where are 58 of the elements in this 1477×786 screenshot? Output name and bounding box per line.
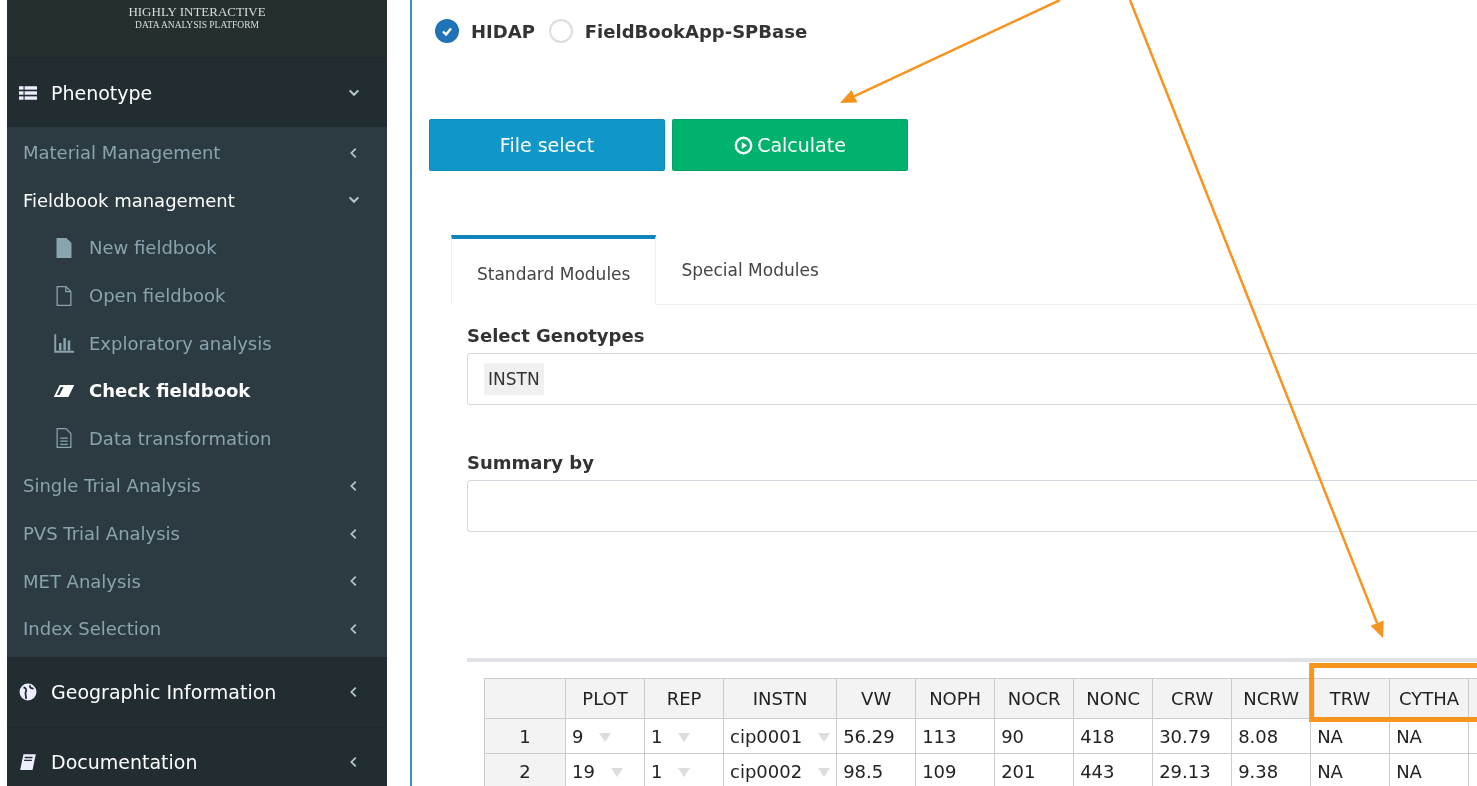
radio-button[interactable]: [435, 19, 459, 43]
logo-text: HIGHLY INTERACTIVE: [127, 4, 267, 19]
menu-item[interactable]: Single Trial Analysis: [7, 462, 387, 510]
menu-item[interactable]: PVS Trial Analysis: [7, 509, 387, 558]
book-icon: [19, 753, 37, 772]
column-header[interactable]: REP: [644, 678, 724, 719]
dropdown-arrow-icon: [678, 768, 691, 777]
bar-chart-icon: [53, 333, 75, 354]
radio-label: HIDAP: [471, 20, 535, 42]
list-icon: [19, 83, 37, 102]
tab[interactable]: Standard Modules: [451, 235, 657, 305]
dropdown-arrow-icon: [599, 733, 612, 742]
selected-tag[interactable]: INSTN: [484, 363, 544, 395]
menu-item[interactable]: New fieldbook: [7, 224, 387, 272]
tab[interactable]: Special Modules: [656, 235, 844, 305]
menu-item[interactable]: MET Analysis: [7, 557, 387, 605]
column-header[interactable]: NOPH: [915, 678, 995, 719]
column-header[interactable]: INSTN: [723, 678, 837, 719]
table-cell: 30.79: [1152, 718, 1232, 754]
select-field[interactable]: INSTN: [467, 353, 1477, 405]
dropdown-arrow-icon: [818, 768, 831, 777]
dropdown-cell[interactable]: cip0001: [723, 718, 837, 754]
document-icon: [53, 428, 75, 449]
dropdown-arrow-icon: [818, 733, 831, 742]
dropdown-arrow-icon: [610, 768, 623, 777]
menu-item[interactable]: Documentation: [7, 726, 387, 786]
radio-label: FieldBookApp-SPBase: [584, 20, 808, 42]
field-label: Select Genotypes: [467, 325, 646, 348]
field-label: Summary by: [467, 452, 595, 475]
column-header[interactable]: CRW: [1152, 678, 1232, 719]
table-cell: 56.29: [836, 718, 916, 754]
globe-icon: [19, 683, 37, 702]
menu-item[interactable]: Fieldbook management: [7, 176, 387, 225]
row-number: 1: [484, 718, 566, 754]
menu-item[interactable]: Check fieldbook: [7, 366, 387, 415]
row-number: 2: [484, 753, 566, 786]
table-cell: 90: [994, 718, 1074, 754]
menu-item[interactable]: Material Management: [7, 129, 387, 177]
column-header[interactable]: CYTHA: [1389, 678, 1469, 719]
menu-item[interactable]: Geographic Information: [7, 656, 387, 727]
menu-item[interactable]: Data transformation: [7, 414, 387, 463]
dropdown-arrow-icon: [678, 733, 691, 742]
dropdown-cell[interactable]: 9: [565, 718, 645, 754]
table-cell: 418: [1073, 718, 1153, 754]
file-icon: [53, 285, 75, 306]
select-field[interactable]: [467, 480, 1477, 532]
column-header[interactable]: NONC: [1073, 678, 1153, 719]
logo-text: DATA ANALYSIS PLATFORM: [134, 19, 260, 31]
table-cell: 113: [915, 718, 995, 754]
menu-item[interactable]: Exploratory analysis: [7, 319, 387, 367]
play-icon: [734, 135, 754, 155]
column-header[interactable]: NOCR: [994, 678, 1074, 719]
column-header[interactable]: NCRW: [1231, 678, 1311, 719]
column-header[interactable]: VW: [836, 678, 916, 719]
menu-item[interactable]: Open fieldbook: [7, 271, 387, 320]
menu-item[interactable]: Index Selection: [7, 604, 387, 653]
column-header[interactable]: PLOT: [565, 678, 645, 719]
dropdown-cell[interactable]: 1: [644, 718, 724, 754]
